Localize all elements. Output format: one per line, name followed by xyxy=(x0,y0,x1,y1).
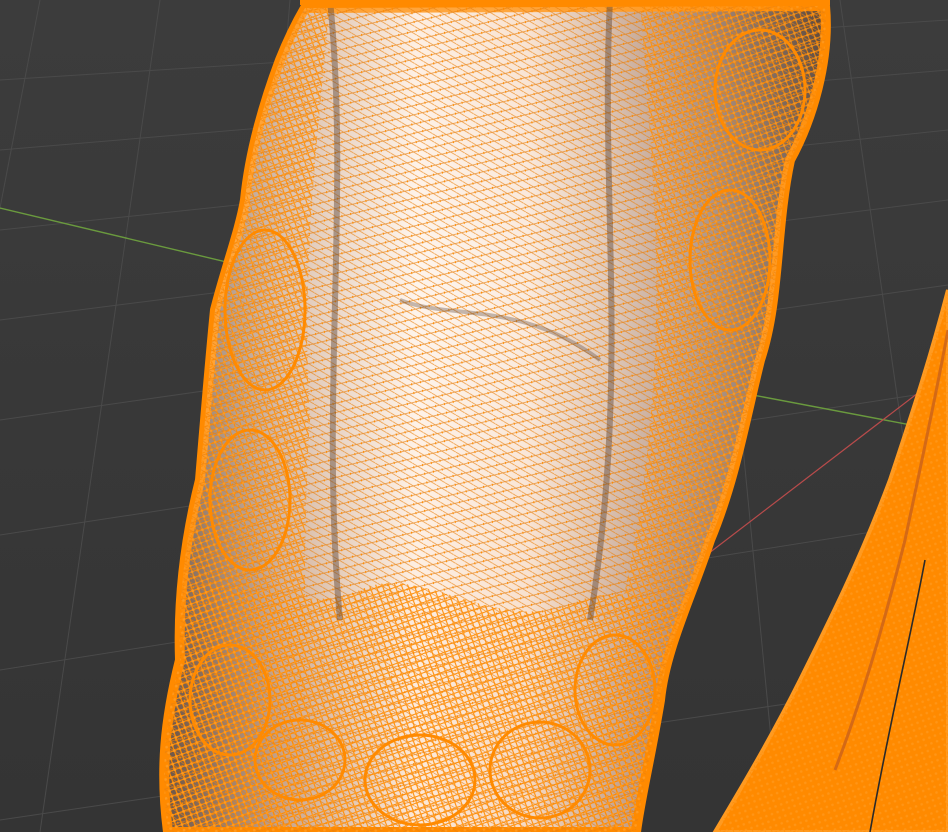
3d-viewport[interactable] xyxy=(0,0,948,832)
mesh-top-edge xyxy=(300,0,830,5)
viewport-canvas[interactable] xyxy=(0,0,948,832)
